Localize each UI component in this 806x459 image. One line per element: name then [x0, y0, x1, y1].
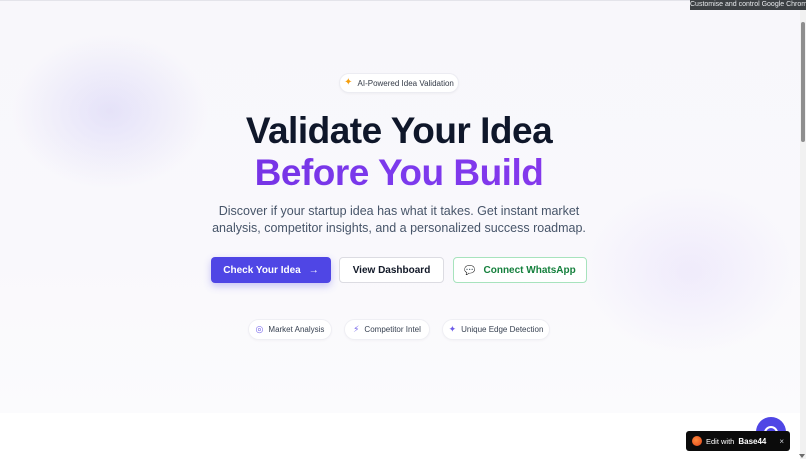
feature-chip-label: Competitor Intel [364, 325, 421, 334]
sparkles-icon: ✦ [448, 324, 457, 334]
base44-logo-icon [692, 436, 702, 446]
ai-badge-label: AI-Powered Idea Validation [357, 78, 454, 88]
check-your-idea-button[interactable]: Check Your Idea → [211, 257, 331, 283]
automation-banner: Customise and control Google Chrome [690, 0, 806, 10]
view-dashboard-button[interactable]: View Dashboard [339, 257, 444, 283]
edit-with-base44-widget[interactable]: Edit with Base44 × [686, 431, 790, 451]
scrollbar-thumb[interactable] [801, 22, 805, 142]
target-icon: ◎ [255, 324, 264, 334]
feature-chip-label: Market Analysis [268, 325, 325, 334]
scroll-down-arrow-icon[interactable] [799, 454, 805, 458]
hero-title-line1: Validate Your Idea [245, 110, 553, 151]
chat-bubble-icon: 💬 [464, 264, 476, 275]
connect-whatsapp-button[interactable]: 💬 Connect WhatsApp [453, 257, 587, 283]
page-scrollbar[interactable] [799, 10, 806, 459]
base44-brand: Base44 [738, 436, 767, 446]
check-your-idea-label: Check Your Idea [223, 264, 301, 276]
hero-title-line2: Before You Build [0, 152, 798, 194]
close-icon[interactable]: × [779, 437, 784, 446]
ai-badge: ✦ AI-Powered Idea Validation [339, 73, 459, 93]
view-dashboard-label: View Dashboard [352, 264, 431, 276]
zap-icon: ⚡ [353, 324, 360, 334]
hero-subtitle: Discover if your startup idea has what i… [212, 204, 586, 235]
feature-chip-label: Unique Edge Detection [461, 325, 544, 334]
feature-chip-unique-edge: ✦ Unique Edge Detection [442, 319, 550, 340]
feature-chip-competitor-intel: ⚡ Competitor Intel [344, 319, 430, 340]
arrow-right-icon: → [308, 264, 319, 276]
connect-whatsapp-label: Connect WhatsApp [483, 264, 576, 276]
edit-with-label: Edit with [706, 436, 735, 446]
sparkles-icon: ✦ [344, 77, 353, 88]
feature-chip-market-analysis: ◎ Market Analysis [248, 319, 332, 340]
